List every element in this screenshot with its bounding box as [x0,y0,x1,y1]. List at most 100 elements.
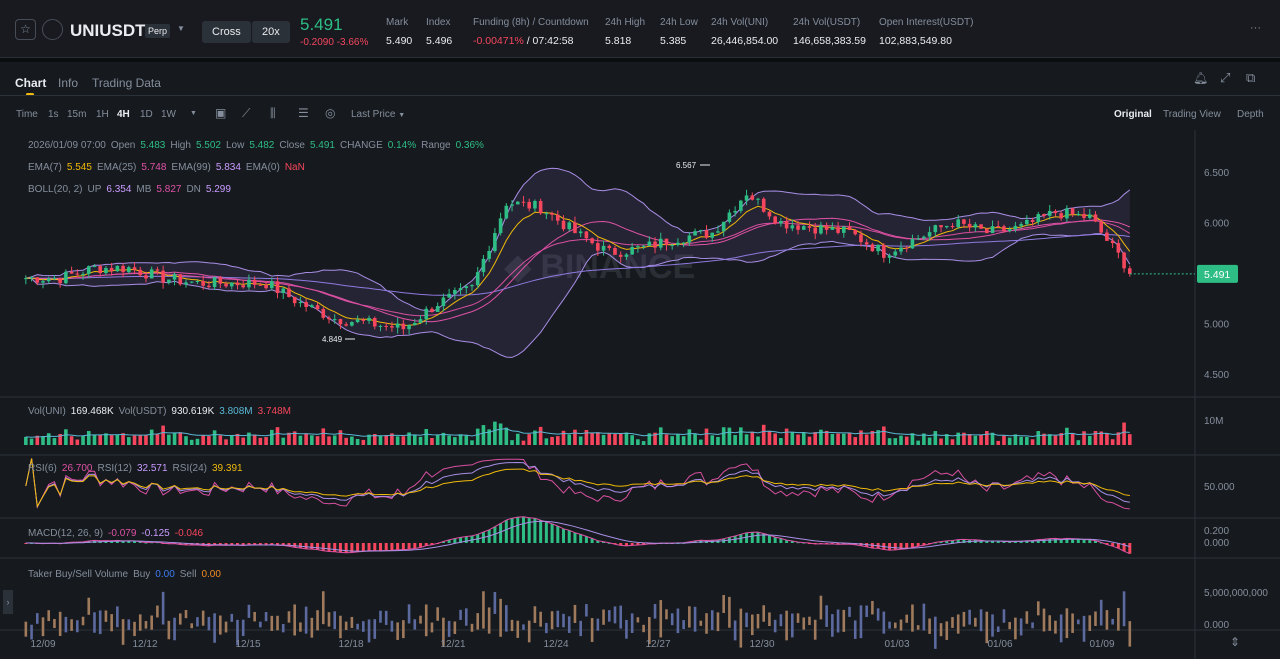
candle-body [201,281,205,286]
taker-volume-bar [116,606,119,628]
candle-body [550,213,554,215]
candle-body [1013,225,1018,230]
taker-volume-bar [241,619,245,637]
candle-body [916,238,920,240]
boll-mb-label: MB [136,184,152,195]
taker-volume-bar [888,621,891,629]
high-price-mark: 6.567 [676,161,697,170]
ema25-value: 5.748 [141,162,167,173]
volume-bar [195,438,200,445]
candle-body [979,224,983,229]
volume-bar [161,425,165,445]
time-axis-tick: 12/24 [543,639,568,650]
current-price-tag: 5.491 [1204,269,1230,281]
candle-body [441,297,446,307]
volume-bar [956,432,960,445]
volume-bar [424,429,429,445]
macd-histogram-bar [390,543,394,551]
macd-histogram-bar [556,526,560,543]
candle-body [887,255,892,258]
vol-uni-label: Vol(UNI) [28,406,66,417]
time-axis-tick: 12/09 [30,639,55,650]
candle-body [372,317,377,327]
rsi24-label: RSI(24) [172,463,207,474]
macd-histogram-bar [521,516,525,543]
volume-bar [904,436,909,445]
taker-buy-value: 0.00 [155,569,175,580]
taker-volume-bar [539,611,542,627]
price-tick: 6.000 [1204,219,1229,230]
taker-legend: Taker Buy/Sell Volume Buy 0.00 Sell 0.00 [28,569,226,580]
taker-volume-bar [1036,601,1040,616]
taker-volume-bar [636,617,640,623]
candle-body [361,319,366,321]
taker-volume-bar [705,613,708,634]
volume-bar [596,432,600,445]
volume-bar [1047,434,1052,445]
candle-body [721,221,726,232]
taker-volume-bar [24,621,28,637]
taker-volume-bar [819,595,823,620]
volume-bar [378,436,383,445]
volume-bar [338,430,343,445]
taker-volume-bar [876,608,880,621]
volume-bar [327,436,331,445]
candle-body [521,201,526,203]
scale-reset-icon[interactable]: ⇕ [1230,635,1240,649]
volume-bar [1122,422,1126,445]
candle-body [81,273,85,275]
volume-bar [521,440,526,445]
volume-bar [641,441,646,445]
close-label: Close [279,140,305,151]
taker-volume-bar [899,619,903,631]
ema-legend: EMA(7) 5.545 EMA(25) 5.748 EMA(99) 5.834 EMA(0… [28,162,310,173]
candle-body [1093,214,1098,222]
taker-volume-bar [791,613,794,638]
volume-bar [573,429,577,445]
volume-bar [756,436,760,445]
taker-volume-bar [499,598,502,637]
volume-bar [52,438,57,445]
volume-bar [178,432,183,445]
candle-body [29,277,34,279]
candle-body [1025,219,1029,225]
candle-body [447,293,451,298]
volume-bar [275,427,280,445]
candle-body [596,243,600,251]
taker-volume-bar [47,610,51,622]
taker-volume-bar [688,606,691,628]
rsi12-label: RSI(12) [97,463,132,474]
candle-body [207,285,211,288]
candle-body [384,325,388,327]
macd-histogram-bar [756,532,760,543]
macd-histogram-bar [1082,539,1086,543]
volume-bar [413,434,417,445]
volume-bar [264,437,268,445]
volume-bar [950,439,955,445]
candle-body [332,319,337,321]
expand-left-icon[interactable]: › [3,590,13,614]
volume-bar [430,438,434,445]
vol-ma2-value: 3.748M [257,406,291,417]
volume-bar [229,435,234,445]
candlestick-chart[interactable]: ◆ BINANCE6.5006.0005.5005.0004.5006.5674… [0,0,1280,659]
candle-body [647,241,652,246]
volume-bar [721,427,726,445]
taker-volume-bar [367,619,371,643]
candle-body [304,302,308,308]
volume-bar [258,437,263,445]
taker-volume-bar [1014,617,1017,640]
volume-bar [699,439,703,445]
volume-bar [790,432,795,445]
volume-bar [538,426,543,445]
rsi-legend: RSI(6) 26.700 RSI(12) 32.571 RSI(24) 39.391 [28,463,248,474]
taker-volume-bar [779,614,783,627]
volume-bar [81,435,85,445]
candle-body [933,225,938,233]
volume-bar [458,434,463,445]
change-label: CHANGE [339,140,383,151]
candle-body [1007,229,1012,232]
candle-body [64,271,68,284]
candle-body [973,224,978,228]
macd-histogram-bar [1128,543,1132,554]
